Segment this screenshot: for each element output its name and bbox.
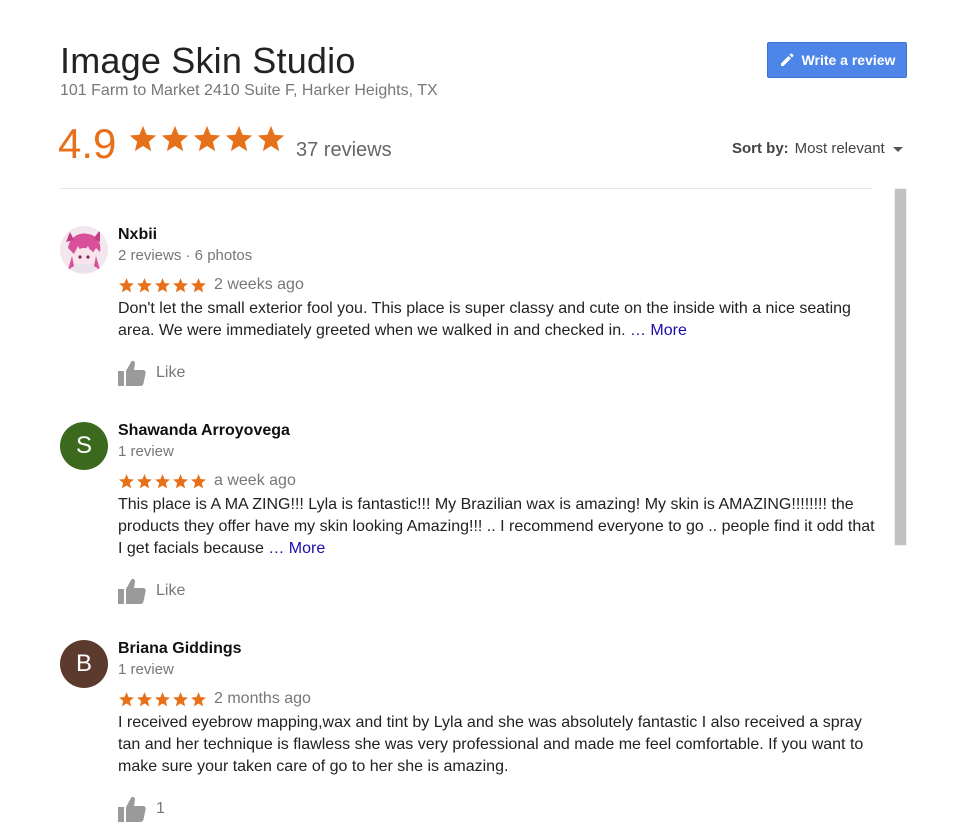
more-link[interactable]: … More xyxy=(630,322,687,339)
average-rating: 4.9 xyxy=(58,120,117,167)
like-label: Like xyxy=(156,582,186,599)
star-icon xyxy=(155,473,170,488)
star-icon xyxy=(137,277,152,292)
reviewer-meta: 2 reviews · 6 photos xyxy=(118,247,253,264)
star-icon xyxy=(193,125,221,152)
more-link[interactable]: … More xyxy=(268,540,325,557)
review-count: 37 reviews xyxy=(296,139,392,161)
review-text: Don't let the small exterior fool you. T… xyxy=(118,298,878,342)
star-icon xyxy=(161,125,189,152)
write-review-button[interactable]: Write a review xyxy=(767,42,907,78)
star-icon xyxy=(191,277,206,292)
star-icon xyxy=(173,277,188,292)
avatar[interactable]: B xyxy=(60,640,108,688)
like-button[interactable]: 1 xyxy=(118,796,165,822)
star-icon xyxy=(191,473,206,488)
review-body: Don't let the small exterior fool you. T… xyxy=(118,300,851,339)
thumbs-up-icon xyxy=(118,360,146,386)
business-title: Image Skin Studio xyxy=(60,40,356,81)
star-icon xyxy=(119,691,134,706)
review-stars xyxy=(118,691,207,708)
write-review-label: Write a review xyxy=(801,52,896,68)
like-button[interactable]: Like xyxy=(118,578,185,604)
divider xyxy=(60,188,872,189)
star-icon xyxy=(137,691,152,706)
avatar[interactable] xyxy=(60,226,108,274)
review-date: a week ago xyxy=(214,472,296,489)
business-address: 101 Farm to Market 2410 Suite F, Harker … xyxy=(60,82,438,99)
reviewer-meta: 1 review xyxy=(118,443,174,460)
star-icon xyxy=(129,125,157,152)
thumbs-up-icon xyxy=(118,796,146,822)
reviewer-name[interactable]: Shawanda Arroyovega xyxy=(118,422,290,440)
star-icon xyxy=(225,125,253,152)
caret-down-icon xyxy=(892,147,903,152)
star-icon xyxy=(173,473,188,488)
review-rating: a week ago xyxy=(118,472,296,490)
review-stars xyxy=(118,277,207,294)
thumbs-up-icon xyxy=(118,578,146,604)
review-stars xyxy=(118,473,207,490)
avatar-letter: B xyxy=(75,650,92,677)
review-date: 2 weeks ago xyxy=(214,276,304,293)
like-label: Like xyxy=(156,364,186,381)
pencil-icon xyxy=(779,52,795,68)
star-icon xyxy=(191,691,206,706)
star-icon xyxy=(173,691,188,706)
like-button[interactable]: Like xyxy=(118,360,185,386)
reviewer-name[interactable]: Nxbii xyxy=(118,226,157,244)
reviewer-name[interactable]: Briana Giddings xyxy=(118,640,242,658)
like-count: 1 xyxy=(156,800,165,817)
scrollbar-thumb[interactable] xyxy=(895,189,906,545)
star-icon xyxy=(137,473,152,488)
review-rating: 2 months ago xyxy=(118,690,311,708)
average-stars xyxy=(128,124,286,154)
review-text: This place is A MA ZING!!! Lyla is fanta… xyxy=(118,494,878,560)
review-text: I received eyebrow mapping,wax and tint … xyxy=(118,712,878,778)
review-rating: 2 weeks ago xyxy=(118,276,304,294)
reviews-page: Image Skin Studio 101 Farm to Market 241… xyxy=(0,0,970,829)
sort-value: Most relevant xyxy=(794,140,885,157)
review-body: This place is A MA ZING!!! Lyla is fanta… xyxy=(118,496,875,557)
avatar[interactable]: S xyxy=(60,422,108,470)
review-date: 2 months ago xyxy=(214,690,311,707)
star-icon xyxy=(119,473,134,488)
star-icon xyxy=(155,691,170,706)
reviewer-meta: 1 review xyxy=(118,661,174,678)
star-icon xyxy=(155,277,170,292)
avatar-letter: S xyxy=(75,432,92,459)
sort-label: Sort by: xyxy=(732,140,789,157)
anime-character-avatar-icon xyxy=(60,226,108,274)
review-body: I received eyebrow mapping,wax and tint … xyxy=(118,714,864,775)
star-icon xyxy=(119,277,134,292)
sort-dropdown[interactable]: Sort by: Most relevant xyxy=(732,140,903,157)
star-icon xyxy=(257,125,285,152)
